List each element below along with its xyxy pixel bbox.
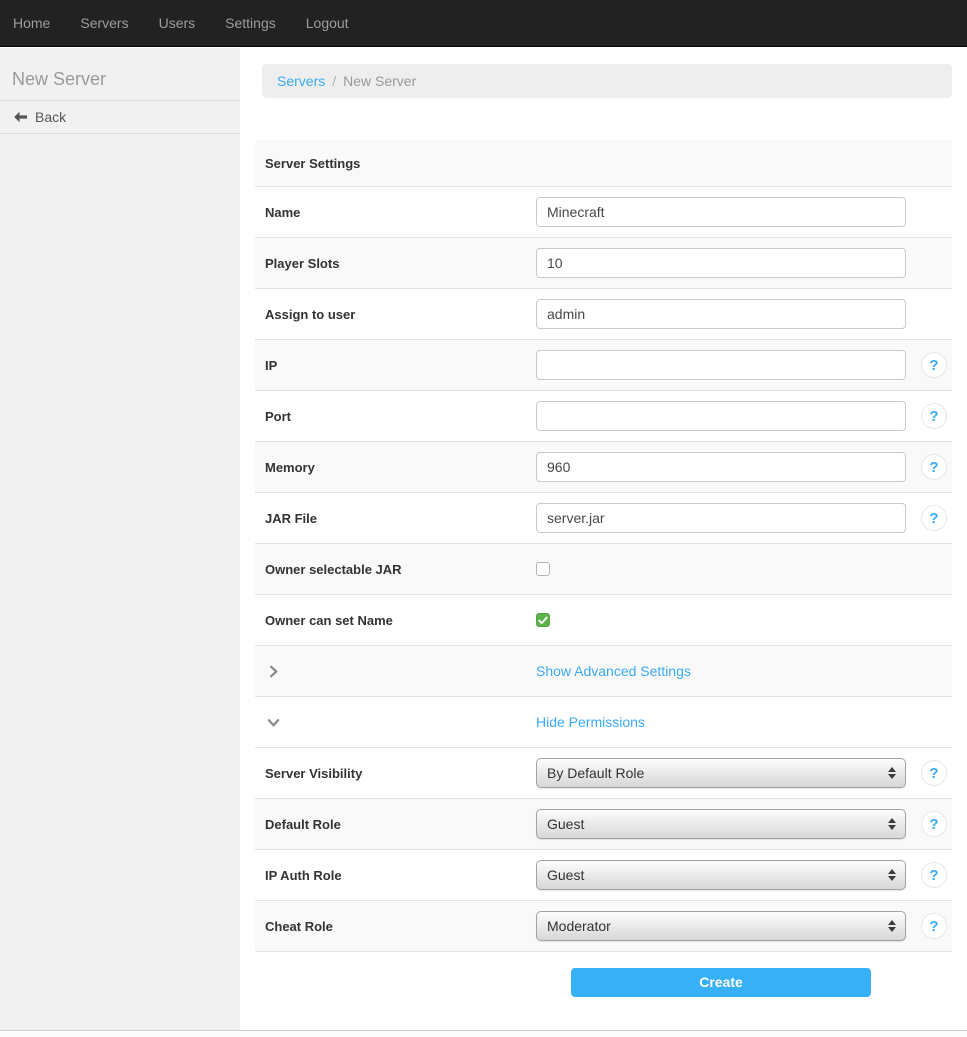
chevron-down-icon: [266, 715, 281, 730]
chevron-down-icon: [255, 715, 536, 730]
jar-file-row: JAR File?: [255, 493, 952, 544]
show-advanced-settings-link[interactable]: Show Advanced Settings: [536, 663, 691, 679]
server-visibility-label: Server Visibility: [255, 766, 536, 781]
help-icon[interactable]: ?: [921, 505, 947, 531]
player-slots-label: Player Slots: [255, 256, 536, 271]
ip-auth-role-select[interactable]: Guest: [536, 860, 906, 890]
port-label: Port: [255, 409, 536, 424]
assign-to-user-row: Assign to user: [255, 289, 952, 340]
breadcrumb-link-servers[interactable]: Servers: [277, 73, 325, 89]
server-settings-row: Server Settings: [255, 140, 952, 187]
server-visibility-select[interactable]: By Default Role: [536, 758, 906, 788]
memory-input[interactable]: [536, 452, 906, 482]
server-visibility-row: Server Visibility By Default Role?: [255, 748, 952, 799]
owner-selectable-jar-checkbox[interactable]: [536, 562, 550, 576]
owner-can-set-name-row: Owner can set Name: [255, 595, 952, 646]
breadcrumb: Servers / New Server: [262, 64, 952, 98]
back-button[interactable]: Back: [0, 101, 240, 134]
create-row: Create: [255, 952, 952, 1012]
back-label: Back: [35, 109, 66, 125]
chevron-right-icon: [255, 664, 536, 679]
help-icon[interactable]: ?: [921, 760, 947, 786]
default-role-select-value: Guest: [547, 816, 584, 832]
assign-to-user-label: Assign to user: [255, 307, 536, 322]
memory-label: Memory: [255, 460, 536, 475]
nav-item-users[interactable]: Users: [144, 0, 211, 47]
nav-item-home[interactable]: Home: [0, 0, 65, 47]
help-icon[interactable]: ?: [921, 403, 947, 429]
player-slots-row: Player Slots: [255, 238, 952, 289]
top-navbar: HomeServersUsersSettingsLogout: [0, 0, 967, 47]
cheat-role-select-value: Moderator: [547, 918, 611, 934]
nav-item-settings[interactable]: Settings: [210, 0, 291, 47]
name-input[interactable]: [536, 197, 906, 227]
server-visibility-select-value: By Default Role: [547, 765, 644, 781]
hide-permissions-link[interactable]: Hide Permissions: [536, 714, 645, 730]
help-icon[interactable]: ?: [921, 811, 947, 837]
help-icon[interactable]: ?: [921, 454, 947, 480]
help-icon[interactable]: ?: [921, 862, 947, 888]
owner-can-set-name-checkbox[interactable]: [536, 613, 550, 627]
server-settings-form: Server Settings Name Player Slots Assign to…: [255, 140, 952, 1012]
ip-row: IP?: [255, 340, 952, 391]
help-icon[interactable]: ?: [921, 352, 947, 378]
sidebar: New Server Back: [0, 48, 240, 1030]
breadcrumb-current: New Server: [343, 73, 416, 89]
select-stepper-icon: [888, 767, 896, 779]
default-role-select[interactable]: Guest: [536, 809, 906, 839]
ip-auth-role-select-value: Guest: [547, 867, 584, 883]
select-stepper-icon: [888, 818, 896, 830]
hide-permissions-row: Hide Permissions: [255, 697, 952, 748]
default-role-label: Default Role: [255, 817, 536, 832]
select-stepper-icon: [888, 869, 896, 881]
jar-file-label: JAR File: [255, 511, 536, 526]
name-label: Name: [255, 205, 536, 220]
owner-selectable-jar-label: Owner selectable JAR: [255, 562, 536, 577]
chevron-right-icon: [266, 664, 281, 679]
section-title: Server Settings: [255, 156, 536, 171]
show-advanced-settings-row: Show Advanced Settings: [255, 646, 952, 697]
ip-label: IP: [255, 358, 536, 373]
cheat-role-row: Cheat Role Moderator?: [255, 901, 952, 952]
default-role-row: Default Role Guest?: [255, 799, 952, 850]
owner-selectable-jar-row: Owner selectable JAR: [255, 544, 952, 595]
player-slots-input[interactable]: [536, 248, 906, 278]
ip-auth-role-label: IP Auth Role: [255, 868, 536, 883]
arrow-left-icon: [13, 111, 28, 123]
select-stepper-icon: [888, 920, 896, 932]
create-button[interactable]: Create: [571, 968, 871, 997]
jar-file-input[interactable]: [536, 503, 906, 533]
owner-can-set-name-label: Owner can set Name: [255, 613, 536, 628]
name-row: Name: [255, 187, 952, 238]
help-icon[interactable]: ?: [921, 913, 947, 939]
cheat-role-select[interactable]: Moderator: [536, 911, 906, 941]
ip-input[interactable]: [536, 350, 906, 380]
ip-auth-role-row: IP Auth Role Guest?: [255, 850, 952, 901]
port-input[interactable]: [536, 401, 906, 431]
main-content: Servers / New Server Server Settings Name…: [240, 48, 967, 1030]
cheat-role-label: Cheat Role: [255, 919, 536, 934]
nav-item-servers[interactable]: Servers: [65, 0, 143, 47]
footer-divider: [0, 1030, 967, 1037]
memory-row: Memory?: [255, 442, 952, 493]
breadcrumb-separator: /: [332, 73, 336, 89]
assign-to-user-input[interactable]: [536, 299, 906, 329]
port-row: Port?: [255, 391, 952, 442]
page-title: New Server: [0, 48, 240, 101]
nav-item-logout[interactable]: Logout: [291, 0, 364, 47]
